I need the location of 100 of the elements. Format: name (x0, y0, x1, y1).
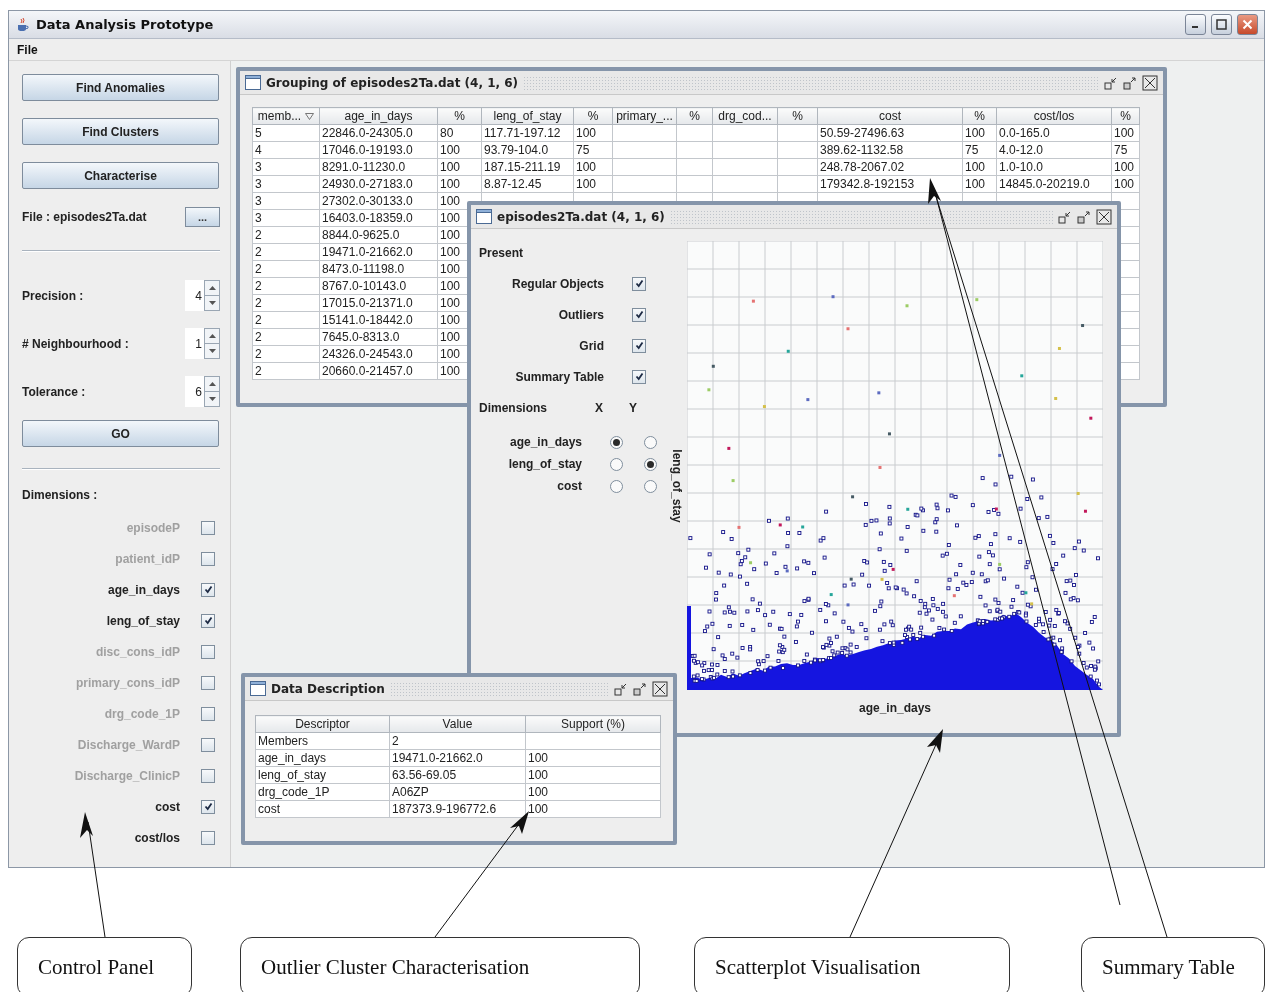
dimension-label: Discharge_WardP (76, 737, 180, 752)
spin-up-icon[interactable] (205, 377, 219, 391)
minimize-icon[interactable] (1104, 75, 1118, 90)
spinner-label: Precision : (22, 288, 84, 303)
radio-button[interactable] (643, 457, 657, 471)
column-header[interactable]: % (777, 107, 818, 125)
number-spinner[interactable]: 1 (185, 328, 220, 359)
spinner-label: # Neighbourhood : (22, 336, 129, 351)
maximize-icon[interactable] (633, 681, 647, 696)
radio-button[interactable] (609, 435, 623, 449)
close-icon[interactable] (652, 680, 668, 697)
dimension-label: episodeP (125, 520, 180, 535)
number-spinner[interactable]: 6 (185, 376, 220, 407)
column-header[interactable]: Support (%) (525, 715, 661, 733)
checkbox[interactable] (632, 338, 646, 353)
column-header[interactable]: primary_... (612, 107, 677, 125)
minimize-icon[interactable] (614, 681, 628, 696)
file-label: File : episodes2Ta.dat (22, 210, 147, 224)
column-header[interactable]: % (676, 107, 713, 125)
checkbox[interactable] (632, 307, 646, 322)
column-header[interactable]: leng_of_stay (481, 107, 574, 125)
minimize-icon[interactable] (1058, 209, 1072, 224)
checkbox[interactable] (201, 830, 215, 845)
window-icon (245, 75, 261, 90)
number-spinner[interactable]: 4 (185, 280, 220, 311)
window-title: Grouping of episodes2Ta.dat (4, 1, 6) (266, 75, 519, 90)
column-header[interactable]: cost/los (996, 107, 1112, 125)
dimension-label: age_in_days (106, 582, 180, 597)
close-icon[interactable] (1142, 74, 1158, 91)
callout-box: Scatterplot Visualisation (694, 937, 1010, 992)
dimension-label: disc_cons_idP (94, 644, 180, 659)
option-label: Summary Table (514, 369, 604, 384)
action-button[interactable]: Characterise (22, 162, 219, 189)
sort-icon (305, 113, 315, 120)
maximize-icon[interactable] (1123, 75, 1137, 90)
option-label: Grid (578, 338, 604, 353)
checkbox[interactable] (201, 799, 215, 814)
column-header[interactable]: cost (817, 107, 963, 125)
dimension-label: cost/los (133, 830, 180, 845)
present-label: Present (479, 245, 524, 260)
column-header[interactable]: age_in_days (319, 107, 438, 125)
axis-header: X (594, 400, 604, 415)
spin-up-icon[interactable] (205, 329, 219, 343)
spinner-label: Tolerance : (22, 384, 86, 399)
radio-button[interactable] (643, 435, 657, 449)
axis-label: leng_of_stay (670, 449, 684, 523)
radio-button[interactable] (643, 479, 657, 493)
close-icon (1242, 19, 1253, 30)
minimize-button[interactable] (1185, 14, 1206, 35)
dimension-label: drg_code_1P (103, 706, 180, 721)
callout-box: Outlier Cluster Characterisation (240, 937, 640, 992)
dimension-label: leng_of_stay (507, 457, 582, 471)
maximize-icon (1216, 19, 1227, 30)
menu-item[interactable]: File (17, 42, 38, 57)
column-header[interactable]: % (437, 107, 482, 125)
dimensions-label: Dimensions (479, 400, 548, 415)
checkbox[interactable] (201, 582, 215, 597)
spin-up-icon[interactable] (205, 281, 219, 295)
option-label: Outliers (557, 307, 604, 322)
action-button[interactable]: Find Anomalies (22, 74, 219, 101)
spin-down-icon[interactable] (205, 343, 219, 358)
dimension-label: cost (556, 479, 582, 493)
column-header[interactable]: % (573, 107, 613, 125)
spin-down-icon[interactable] (205, 295, 219, 310)
axis-label: age_in_days (858, 701, 931, 715)
column-header[interactable]: memb... (252, 107, 320, 125)
option-label: Regular Objects (510, 276, 604, 291)
dimension-label: Discharge_ClinicP (73, 768, 180, 783)
dimension-label: cost (154, 799, 180, 814)
column-header[interactable]: Value (389, 715, 526, 733)
close-icon[interactable] (1096, 208, 1112, 225)
column-header[interactable]: % (962, 107, 997, 125)
window-icon (476, 209, 492, 224)
checkbox[interactable] (632, 369, 646, 384)
column-header[interactable]: drg_cod... (712, 107, 778, 125)
browse-button[interactable]: ... (185, 207, 220, 227)
window-title: episodes2Ta.dat (4, 1, 6) (497, 209, 665, 224)
dimension-label: patient_idP (114, 551, 180, 566)
checkbox[interactable] (632, 276, 646, 291)
radio-button[interactable] (609, 479, 623, 493)
column-header[interactable]: Descriptor (255, 715, 390, 733)
callout-box: Summary Table (1081, 937, 1265, 992)
column-header[interactable]: % (1111, 107, 1140, 125)
dimension-label: primary_cons_idP (74, 675, 180, 690)
callout-box: Control Panel (17, 937, 192, 992)
maximize-icon[interactable] (1077, 209, 1091, 224)
spin-down-icon[interactable] (205, 391, 219, 406)
window-icon (250, 681, 266, 696)
dimension-label: age_in_days (508, 435, 582, 449)
action-button[interactable]: Find Clusters (22, 118, 219, 145)
close-button[interactable] (1237, 14, 1258, 35)
checkbox[interactable] (201, 613, 215, 628)
axis-header: Y (628, 400, 638, 415)
dimensions-label: Dimensions : (22, 488, 98, 502)
maximize-button[interactable] (1211, 14, 1232, 35)
go-button[interactable]: GO (22, 420, 219, 447)
dimension-label: leng_of_stay (105, 613, 180, 628)
cup-icon (15, 16, 31, 33)
radio-button[interactable] (609, 457, 623, 471)
window-title: Data Description (271, 681, 385, 696)
